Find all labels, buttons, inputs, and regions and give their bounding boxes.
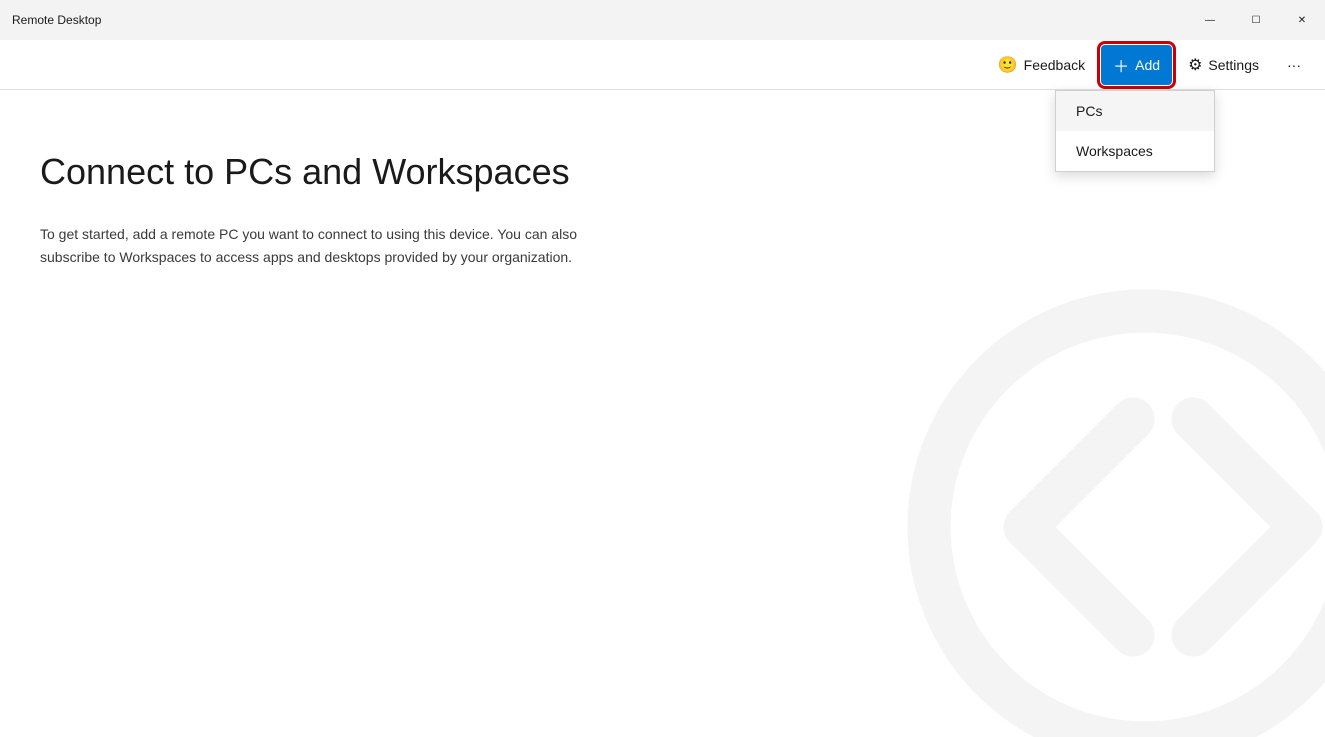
- more-button[interactable]: ···: [1275, 49, 1313, 81]
- feedback-icon: 🙂: [998, 55, 1018, 75]
- close-button[interactable]: ✕: [1279, 0, 1325, 40]
- title-bar-controls: — ☐ ✕: [1187, 0, 1325, 40]
- more-label: ···: [1287, 57, 1301, 73]
- watermark-logo: [905, 287, 1325, 737]
- add-button[interactable]: ＋ Add: [1101, 45, 1172, 85]
- toolbar: 🙂 Feedback ＋ Add ⚙ Settings ···: [0, 40, 1325, 90]
- title-bar-left: Remote Desktop: [12, 13, 101, 27]
- feedback-button[interactable]: 🙂 Feedback: [986, 47, 1097, 83]
- add-icon: ＋: [1113, 53, 1129, 77]
- maximize-button[interactable]: ☐: [1233, 0, 1279, 40]
- page-description: To get started, add a remote PC you want…: [40, 223, 640, 268]
- title-bar: Remote Desktop — ☐ ✕: [0, 0, 1325, 40]
- dropdown-item-pcs[interactable]: PCs: [1056, 91, 1214, 131]
- settings-icon: ⚙: [1188, 55, 1202, 75]
- main-content: Connect to PCs and Workspaces To get sta…: [0, 90, 1325, 737]
- add-label: Add: [1135, 57, 1160, 73]
- pcs-label: PCs: [1076, 103, 1102, 119]
- dropdown-item-workspaces[interactable]: Workspaces: [1056, 131, 1214, 171]
- workspaces-label: Workspaces: [1076, 143, 1153, 159]
- add-dropdown-menu: PCs Workspaces: [1055, 90, 1215, 172]
- settings-button[interactable]: ⚙ Settings: [1176, 47, 1271, 83]
- settings-label: Settings: [1208, 57, 1259, 73]
- app-title: Remote Desktop: [12, 13, 101, 27]
- feedback-label: Feedback: [1024, 57, 1085, 73]
- minimize-button[interactable]: —: [1187, 0, 1233, 40]
